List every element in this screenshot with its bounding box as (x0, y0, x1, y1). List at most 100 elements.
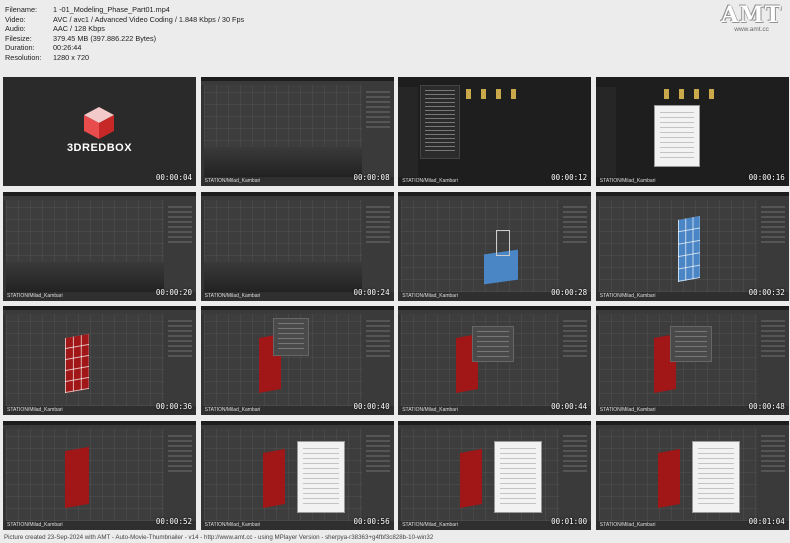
command-panel (164, 428, 196, 521)
timestamp: 00:00:36 (155, 402, 192, 412)
timestamp: 00:00:12 (551, 173, 588, 182)
export-dialog (296, 440, 345, 513)
timestamp: 00:00:08 (353, 173, 390, 182)
command-panel (559, 314, 592, 407)
explorer-sidebar (595, 87, 616, 177)
meta-value: 379.45 MB (397.886.222 Bytes) (53, 33, 157, 43)
command-panel (164, 314, 196, 407)
video-thumbnail: STATION/Milad_Kambari 00:00:52 (3, 420, 196, 530)
timestamp: 00:00:20 (155, 287, 192, 297)
video-thumbnail: STATION/Milad_Kambari 00:00:48 (595, 306, 789, 416)
timestamp: 00:00:04 (155, 173, 192, 182)
meta-key: Filesize: (5, 33, 32, 43)
watermark: STATION/Milad_Kambari (204, 178, 261, 184)
video-thumbnail: STATION/Milad_Kambari 00:00:16 (595, 77, 789, 186)
watermark: STATION/Milad_Kambari (599, 178, 656, 184)
brand-name: 3DREDBOX (66, 142, 133, 154)
meta-row: Filesize: 379.45 MB (397.886.222 Bytes) (5, 34, 244, 44)
timestamp: 00:00:48 (748, 402, 785, 412)
timestamp: 00:00:28 (551, 287, 588, 297)
command-panel (361, 199, 394, 292)
video-thumbnail: STATION/Milad_Kambari 00:00:36 (3, 306, 196, 416)
footer-credit: Picture created 23-Sep-2024 with AMT - A… (4, 534, 434, 541)
folder-icons (663, 89, 724, 99)
watermark: STATION/Milad_Kambari (402, 407, 458, 414)
video-thumbnail: STATION/Milad_Kambari 00:01:00 (398, 420, 592, 530)
timestamp: 00:00:52 (155, 516, 192, 526)
modifier-dialog (472, 326, 515, 363)
command-panel (756, 428, 789, 521)
context-menu (420, 85, 461, 159)
intro-screen: 3DREDBOX (3, 77, 196, 186)
command-panel (559, 428, 592, 521)
watermark: STATION/Milad_Kambari (402, 521, 458, 528)
file-explorer (595, 77, 789, 186)
meta-row: Audio: AAC / 128 Kbps (5, 24, 244, 34)
meta-key: Filename: (5, 5, 38, 14)
door-mesh (262, 448, 285, 508)
watermark: STATION/Milad_Kambari (599, 292, 656, 299)
door-mesh (460, 448, 483, 508)
timestamp: 00:00:56 (353, 516, 390, 526)
watermark: STATION/Milad_Kambari (402, 292, 458, 299)
meta-key: Audio: (5, 24, 26, 34)
door-mesh (65, 446, 89, 508)
cube-logo-icon (84, 107, 114, 139)
explorer-sidebar (398, 87, 419, 177)
meta-row: Filename: 1 -01_Modeling_Phase_Part01.mp4 (5, 5, 244, 15)
door-mesh (657, 448, 680, 508)
timestamp: 00:01:04 (748, 516, 785, 526)
export-dialog (494, 440, 543, 513)
properties-dialog (653, 105, 700, 167)
meta-value: AAC / 128 Kbps (53, 24, 105, 34)
export-dialog (691, 440, 740, 513)
quad-menu (272, 318, 309, 357)
watermark: STATION/Milad_Kambari (7, 292, 63, 299)
door-frame (496, 229, 511, 256)
command-panel (756, 314, 789, 407)
door-mesh (677, 215, 700, 282)
timestamp: 00:00:16 (748, 173, 785, 182)
meta-key: Resolution: (5, 52, 42, 62)
video-thumbnail: STATION/Milad_Kambari 00:01:04 (595, 420, 789, 530)
video-thumbnail: STATION/Milad_Kambari 00:00:44 (398, 306, 592, 416)
amt-logo: AMT www.amt.cc (721, 4, 782, 33)
meta-value: 1280 x 720 (53, 52, 90, 62)
meta-value: AVC / avc1 / Advanced Video Coding / 1.8… (53, 14, 245, 24)
command-panel (361, 428, 394, 521)
watermark: STATION/Milad_Kambari (204, 292, 261, 299)
folder-icons (466, 89, 527, 99)
video-thumbnail: 3DREDBOX 00:00:04 (3, 77, 196, 186)
video-thumbnail: STATION/Milad_Kambari 00:00:40 (200, 306, 394, 416)
amt-logo-text: AMT (721, 2, 782, 28)
modifier-dialog (669, 326, 712, 363)
video-thumbnail: STATION/Milad_Kambari 00:00:28 (398, 191, 592, 301)
video-thumbnail: STATION/Milad_Kambari 00:00:56 (200, 420, 394, 530)
command-panel (756, 199, 789, 292)
watermark: STATION/Milad_Kambari (599, 407, 656, 414)
ground-plane (203, 147, 362, 177)
meta-key: Video: (5, 14, 26, 24)
video-thumbnail: STATION/Milad_Kambari 00:00:20 (3, 191, 196, 301)
meta-key: Duration: (5, 43, 35, 53)
video-thumbnail: STATION/Milad_Kambari 00:00:08 (200, 77, 394, 186)
command-panel (361, 85, 394, 177)
file-explorer (398, 77, 592, 186)
door-mesh (65, 334, 89, 394)
video-thumbnail: STATION/Milad_Kambari 00:00:12 (398, 77, 592, 186)
watermark: STATION/Milad_Kambari (7, 407, 63, 414)
video-thumbnail: STATION/Milad_Kambari 00:00:32 (595, 191, 789, 301)
meta-value: 00:26:44 (53, 43, 82, 53)
viewport (401, 199, 560, 292)
ground-plane (203, 261, 362, 292)
timestamp: 00:00:32 (748, 287, 785, 297)
timestamp: 00:00:40 (353, 402, 390, 412)
watermark: STATION/Milad_Kambari (402, 178, 458, 184)
command-panel (361, 314, 394, 407)
ground-plane (6, 261, 164, 292)
meta-row: Duration: 00:26:44 (5, 43, 244, 53)
timestamp: 00:01:00 (551, 516, 588, 526)
watermark: STATION/Milad_Kambari (7, 521, 63, 528)
timestamp: 00:00:44 (551, 402, 588, 412)
timestamp: 00:00:24 (353, 287, 390, 297)
